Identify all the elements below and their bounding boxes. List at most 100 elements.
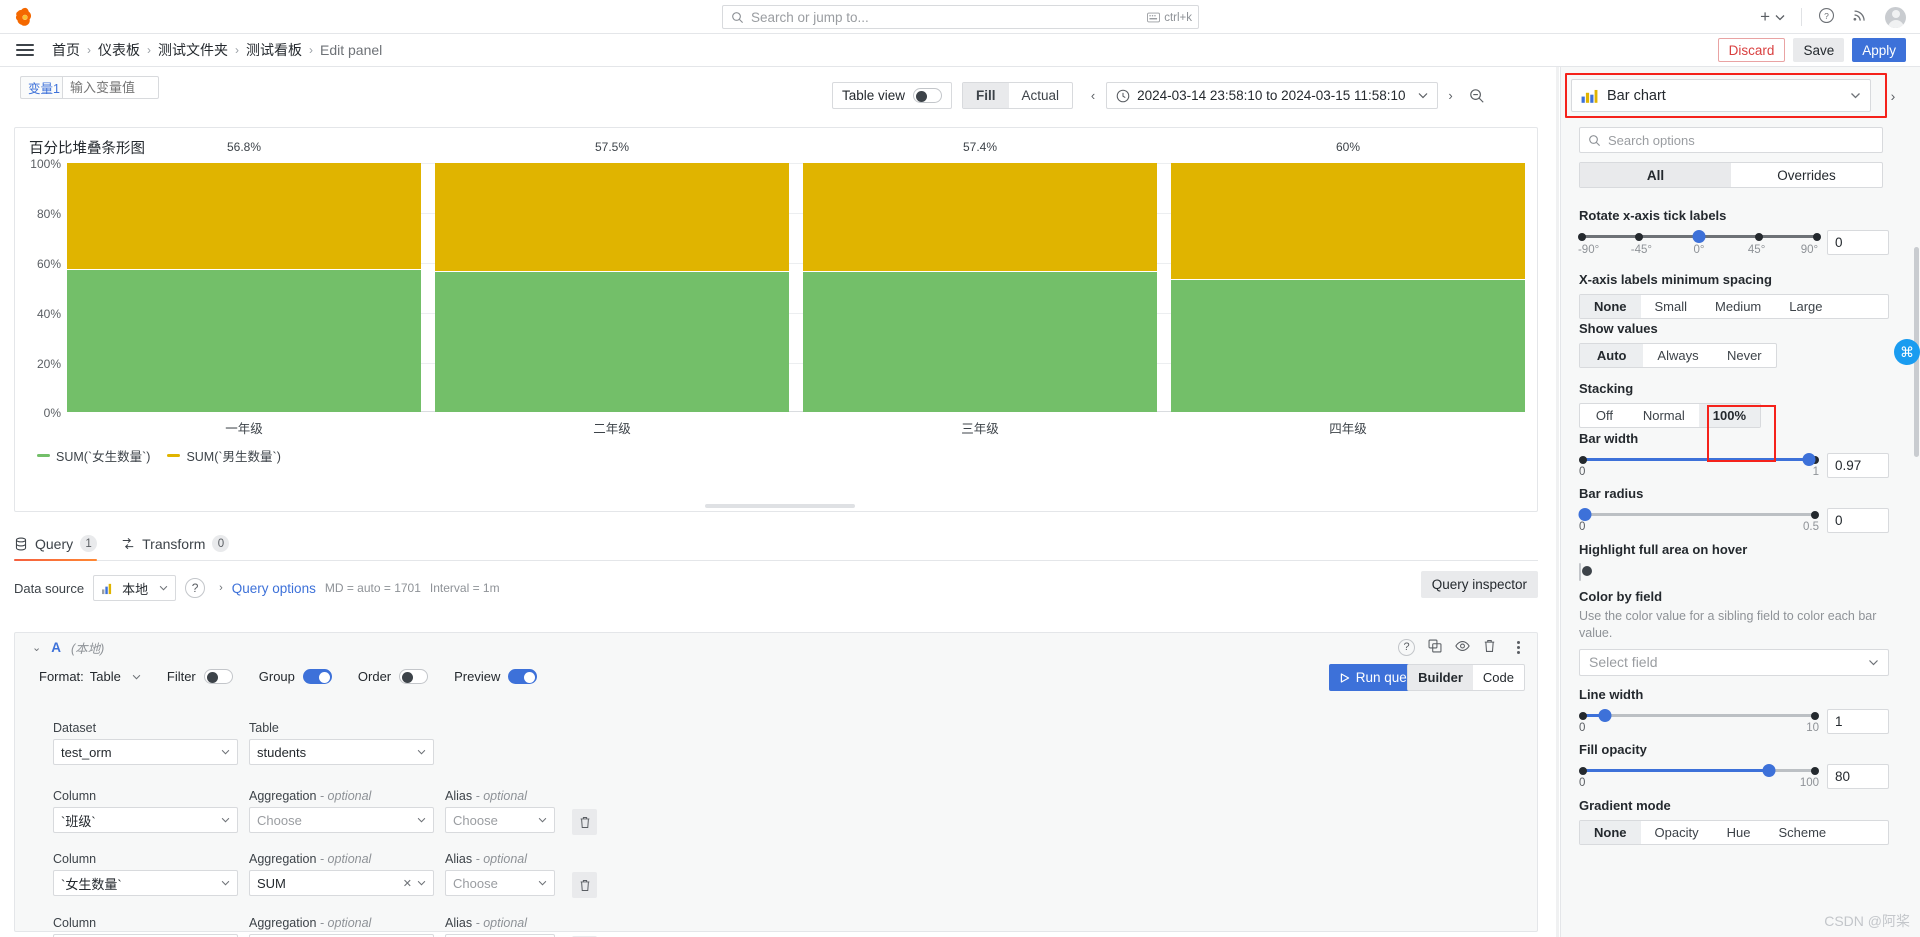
spacing-option-small[interactable]: Small bbox=[1641, 295, 1702, 318]
rotate-slider[interactable]: -90° -45° 0° 45° 90° bbox=[1578, 230, 1821, 258]
bar-segment-female[interactable] bbox=[67, 270, 421, 412]
viz-picker-toggle-icon[interactable]: › bbox=[1881, 79, 1905, 112]
global-search-bar[interactable]: Search or jump to... ctrl+k bbox=[722, 5, 1199, 29]
query-options-link[interactable]: Query options bbox=[232, 581, 316, 596]
tick--45[interactable] bbox=[1635, 232, 1643, 241]
help-circle-icon[interactable]: ? bbox=[1398, 638, 1415, 656]
visualization-picker[interactable]: Bar chart bbox=[1571, 79, 1871, 112]
hamburger-menu-icon[interactable] bbox=[16, 44, 34, 56]
user-avatar-icon[interactable] bbox=[1885, 6, 1906, 28]
variable-input[interactable] bbox=[62, 76, 159, 99]
table-view-toggle[interactable]: Table view bbox=[832, 82, 953, 109]
breadcrumb-item-dashboard[interactable]: 测试看板 bbox=[246, 40, 302, 60]
builder-option[interactable]: Builder bbox=[1408, 665, 1473, 690]
drag-query-handle[interactable] bbox=[1509, 634, 1527, 661]
tab-transform[interactable]: Transform 0 bbox=[121, 527, 230, 560]
stacking-option-100[interactable]: 100% bbox=[1698, 404, 1760, 427]
bar-width-input[interactable]: 0.97 bbox=[1827, 453, 1889, 478]
alias-select-row2[interactable]: Choose bbox=[445, 870, 555, 896]
help-circle-icon[interactable]: ? bbox=[185, 578, 206, 598]
group-toggle[interactable]: Group bbox=[259, 669, 332, 684]
show-values-option-auto[interactable]: Auto bbox=[1580, 344, 1644, 367]
stacking-option-off[interactable]: Off bbox=[1580, 404, 1629, 427]
breadcrumb-item-dashboards[interactable]: 仪表板 bbox=[98, 40, 140, 60]
tick-90[interactable] bbox=[1812, 232, 1821, 241]
bar-group-grade3[interactable]: 57.4% 42.6% bbox=[803, 140, 1157, 412]
bar-radius-input[interactable]: 0 bbox=[1827, 508, 1889, 533]
rotate-slider-knob[interactable] bbox=[1692, 230, 1706, 243]
zoom-out-icon[interactable] bbox=[1464, 82, 1490, 109]
bar-width-slider-knob[interactable] bbox=[1802, 453, 1816, 466]
chat-support-icon[interactable]: ⌘ bbox=[1894, 339, 1920, 365]
save-button[interactable]: Save bbox=[1793, 38, 1845, 62]
grafana-logo-icon[interactable] bbox=[14, 6, 36, 28]
bar-group-grade2[interactable]: 57.5% 42.5% bbox=[435, 140, 789, 412]
time-range-button[interactable]: 2024-03-14 23:58:10 to 2024-03-15 11:58:… bbox=[1106, 82, 1438, 109]
code-option[interactable]: Code bbox=[1473, 665, 1524, 690]
filter-switch[interactable] bbox=[203, 669, 233, 684]
clear-aggregation-icon[interactable]: ✕ bbox=[403, 877, 412, 890]
group-switch[interactable] bbox=[302, 669, 332, 684]
bar-radius-slider[interactable]: 0 0.5 bbox=[1578, 508, 1819, 534]
show-values-option-always[interactable]: Always bbox=[1643, 344, 1712, 367]
filter-toggle[interactable]: Filter bbox=[167, 669, 233, 684]
legend-item-female[interactable]: SUM(`女生数量`) bbox=[37, 446, 150, 465]
table-select[interactable]: students bbox=[249, 739, 434, 765]
hide-query-eye-icon[interactable] bbox=[1455, 639, 1470, 656]
bar-radius-slider-knob[interactable] bbox=[1578, 508, 1592, 521]
fill-opacity-input[interactable]: 80 bbox=[1827, 764, 1889, 789]
collapse-query-icon[interactable]: ⌄ bbox=[32, 641, 41, 654]
chevron-right-icon[interactable]: › bbox=[1441, 82, 1461, 109]
show-values-option-never[interactable]: Never bbox=[1713, 344, 1776, 367]
options-search-box[interactable]: Search options bbox=[1579, 127, 1883, 153]
bar-segment-female[interactable] bbox=[435, 272, 789, 412]
bar-segment-male[interactable] bbox=[803, 163, 1157, 271]
query-inspector-button[interactable]: Query inspector bbox=[1420, 571, 1538, 598]
gradient-option-hue[interactable]: Hue bbox=[1713, 821, 1765, 844]
line-width-slider[interactable]: 0 10 bbox=[1579, 709, 1819, 735]
bar-group-grade4[interactable]: 60% 40% bbox=[1171, 140, 1525, 412]
aggregation-select-row1[interactable]: Choose bbox=[249, 807, 434, 833]
order-toggle[interactable]: Order bbox=[358, 669, 429, 684]
duplicate-query-icon[interactable] bbox=[1428, 639, 1442, 656]
tick-45[interactable] bbox=[1755, 232, 1763, 241]
data-source-picker[interactable]: 本地 bbox=[93, 575, 177, 601]
tab-overrides[interactable]: Overrides bbox=[1731, 163, 1882, 187]
fill-option[interactable]: Fill bbox=[963, 83, 1009, 108]
tab-all[interactable]: All bbox=[1580, 163, 1731, 187]
rotate-value-input[interactable]: 0 bbox=[1827, 230, 1889, 255]
line-width-slider-knob[interactable] bbox=[1598, 709, 1612, 722]
spacing-option-medium[interactable]: Medium bbox=[1701, 295, 1775, 318]
expand-query-options-icon[interactable]: › bbox=[219, 582, 223, 594]
bar-segment-female[interactable] bbox=[803, 272, 1157, 412]
highlight-switch[interactable] bbox=[1579, 563, 1592, 581]
stacking-option-normal[interactable]: Normal bbox=[1629, 404, 1699, 427]
format-select[interactable]: Format: Table bbox=[39, 669, 141, 684]
order-switch[interactable] bbox=[399, 669, 429, 684]
actual-option[interactable]: Actual bbox=[1009, 83, 1073, 108]
chevron-left-icon[interactable]: ‹ bbox=[1083, 82, 1103, 109]
tick--90[interactable] bbox=[1578, 232, 1586, 241]
gradient-option-none[interactable]: None bbox=[1580, 821, 1641, 844]
panel-splitter[interactable] bbox=[1556, 67, 1559, 937]
dataset-select[interactable]: test_orm bbox=[53, 739, 238, 765]
add-new-button[interactable]: + bbox=[1760, 7, 1785, 27]
news-rss-icon[interactable] bbox=[1851, 7, 1869, 27]
bar-segment-male[interactable] bbox=[435, 163, 789, 271]
fill-opacity-slider-knob[interactable] bbox=[1762, 764, 1776, 777]
breadcrumb-item-folder[interactable]: 测试文件夹 bbox=[158, 40, 228, 60]
line-width-input[interactable]: 1 bbox=[1827, 709, 1889, 734]
delete-row2-button[interactable] bbox=[572, 872, 597, 898]
preview-toggle[interactable]: Preview bbox=[454, 669, 538, 684]
discard-button[interactable]: Discard bbox=[1717, 38, 1786, 62]
spacing-option-none[interactable]: None bbox=[1580, 295, 1641, 318]
gradient-option-opacity[interactable]: Opacity bbox=[1641, 821, 1713, 844]
bar-segment-male[interactable] bbox=[1171, 163, 1525, 279]
legend-item-male[interactable]: SUM(`男生数量`) bbox=[167, 446, 281, 465]
column-select-row1[interactable]: `班级` bbox=[53, 807, 238, 833]
bar-width-slider[interactable]: 0 1 bbox=[1579, 453, 1819, 479]
spacing-option-large[interactable]: Large bbox=[1775, 295, 1836, 318]
aggregation-select-row2[interactable]: SUM ✕ bbox=[249, 870, 434, 896]
panel-resize-handle[interactable] bbox=[705, 504, 855, 508]
color-by-field-select[interactable]: Select field bbox=[1579, 648, 1889, 676]
